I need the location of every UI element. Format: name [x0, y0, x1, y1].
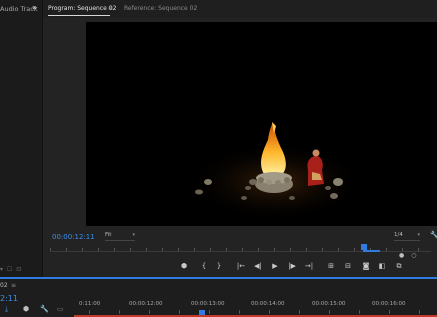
monitor-in-out-range	[363, 250, 380, 252]
ruler-tick	[290, 248, 291, 251]
timeline-sequence-tab[interactable]: 02	[0, 282, 8, 289]
comparison-view-button[interactable]: ◧	[377, 262, 387, 270]
zoom-scroll-handles[interactable]: ●○	[399, 252, 423, 259]
ruler-tick	[338, 248, 339, 251]
ruler-tick	[322, 248, 323, 251]
campfire-frame-image	[186, 122, 366, 222]
chevron-down-icon: ▾	[417, 232, 420, 238]
ruler-tick	[226, 248, 227, 251]
ruler-label: 0:11:00	[79, 301, 101, 307]
ruler-tick	[359, 310, 360, 314]
snap-icon[interactable]: ⤓	[5, 305, 8, 314]
playhead-timecode[interactable]: 00:00:12:11	[52, 233, 95, 241]
monitor-tab-bar: Program: Sequence 02 ≡ Reference: Sequen…	[43, 0, 437, 18]
timeline-tool-icons: ⤓ ⬢ 🔧 ▭	[5, 305, 70, 315]
panel-menu-icon[interactable]: ≡	[11, 282, 16, 289]
step-forward-button[interactable]: |▶	[287, 262, 297, 270]
mark-out-button[interactable]: }	[214, 262, 224, 270]
ruler-label: 00:00:16:00	[372, 301, 406, 307]
ruler-tick	[82, 248, 83, 251]
ruler-tick	[258, 248, 259, 251]
ruler-tick	[89, 310, 90, 314]
ruler-tick	[98, 248, 99, 251]
ruler-label: 00:00:14:00	[251, 301, 285, 307]
playback-resolution-select[interactable]: 1/4 ▾	[394, 232, 420, 241]
ruler-label: 00:00:12:00	[129, 301, 163, 307]
tab-program-sequence[interactable]: Program: Sequence 02	[48, 5, 116, 12]
ruler-tick	[269, 310, 270, 314]
ruler-tick	[50, 248, 51, 251]
ruler-tick	[402, 248, 403, 251]
panel-bottom-icons: ▾ ☐ ⊡	[0, 266, 23, 273]
settings-wrench-icon[interactable]: 🔧	[430, 231, 437, 239]
ruler-tick	[274, 248, 275, 251]
ruler-tick	[179, 310, 180, 314]
go-to-out-button[interactable]: →|	[304, 262, 314, 270]
ruler-tick	[239, 310, 240, 314]
tab-reference-sequence[interactable]: Reference: Sequence 02	[124, 5, 197, 12]
ruler-tick	[194, 248, 195, 251]
ruler-tick	[162, 248, 163, 251]
timeline-timecode[interactable]: 2:11	[0, 294, 18, 303]
chevron-down-icon: ▾	[132, 232, 135, 238]
ruler-tick	[354, 248, 355, 251]
ruler-tick	[210, 248, 211, 251]
multi-camera-button[interactable]: ⧉	[394, 262, 404, 271]
go-to-in-button[interactable]: |←	[236, 262, 246, 270]
linked-selection-icon[interactable]: ⬢	[23, 305, 29, 313]
ruler-label: 00:00:15:00	[312, 301, 346, 307]
ruler-tick	[149, 310, 150, 314]
zoom-level-select[interactable]: Fit ▾	[105, 232, 135, 241]
ruler-tick	[66, 248, 67, 251]
captions-icon[interactable]: ▭	[57, 305, 64, 313]
step-back-button[interactable]: ◀|	[253, 262, 263, 270]
timeline-time-ruler[interactable]: 0:11:00 00:00:12:00 00:00:13:00 00:00:14…	[74, 295, 437, 317]
mark-in-button[interactable]: {	[199, 262, 209, 270]
ruler-tick	[130, 248, 131, 251]
transport-controls: ⬢ { } |← ◀| ▶ |▶ →| ⊞ ⊟ ◙ ◧ ⧉	[43, 259, 437, 275]
panel-menu-icon[interactable]: ≡	[108, 5, 113, 12]
ruler-tick	[146, 248, 147, 251]
ruler-tick	[114, 248, 115, 251]
play-button[interactable]: ▶	[270, 262, 280, 270]
zoom-level-value: Fit	[105, 232, 112, 238]
ruler-tick	[389, 310, 390, 314]
insert-button[interactable]: ⊞	[326, 262, 336, 270]
ruler-tick	[418, 248, 419, 251]
ruler-tick	[419, 310, 420, 314]
ruler-tick	[209, 310, 210, 314]
program-monitor-panel: Program: Sequence 02 ≡ Reference: Sequen…	[43, 0, 437, 277]
ruler-tick	[306, 248, 307, 251]
panel-overflow-chevron-icon[interactable]: »	[32, 3, 37, 12]
ruler-tick	[329, 310, 330, 314]
active-tab-indicator	[48, 15, 110, 16]
ruler-tick	[299, 310, 300, 314]
ruler-tick	[178, 248, 179, 251]
ruler-tick	[242, 248, 243, 251]
export-frame-button[interactable]: ◙	[361, 262, 371, 270]
ruler-label: 00:00:13:00	[191, 301, 225, 307]
add-marker-button[interactable]: ⬢	[179, 262, 189, 270]
ruler-tick	[119, 310, 120, 314]
video-viewer[interactable]	[86, 22, 437, 226]
ruler-tick	[386, 248, 387, 251]
project-panel-edge: Audio Track » ▾ ☐ ⊡	[0, 0, 42, 292]
playback-resolution-value: 1/4	[394, 232, 403, 238]
timeline-panel: 02 ≡ 2:11 ⤓ ⬢ 🔧 ▭ 0:11:00 00:00:12:00 00…	[0, 277, 437, 317]
overwrite-button[interactable]: ⊟	[343, 262, 353, 270]
timeline-settings-wrench-icon[interactable]: 🔧	[40, 305, 49, 313]
